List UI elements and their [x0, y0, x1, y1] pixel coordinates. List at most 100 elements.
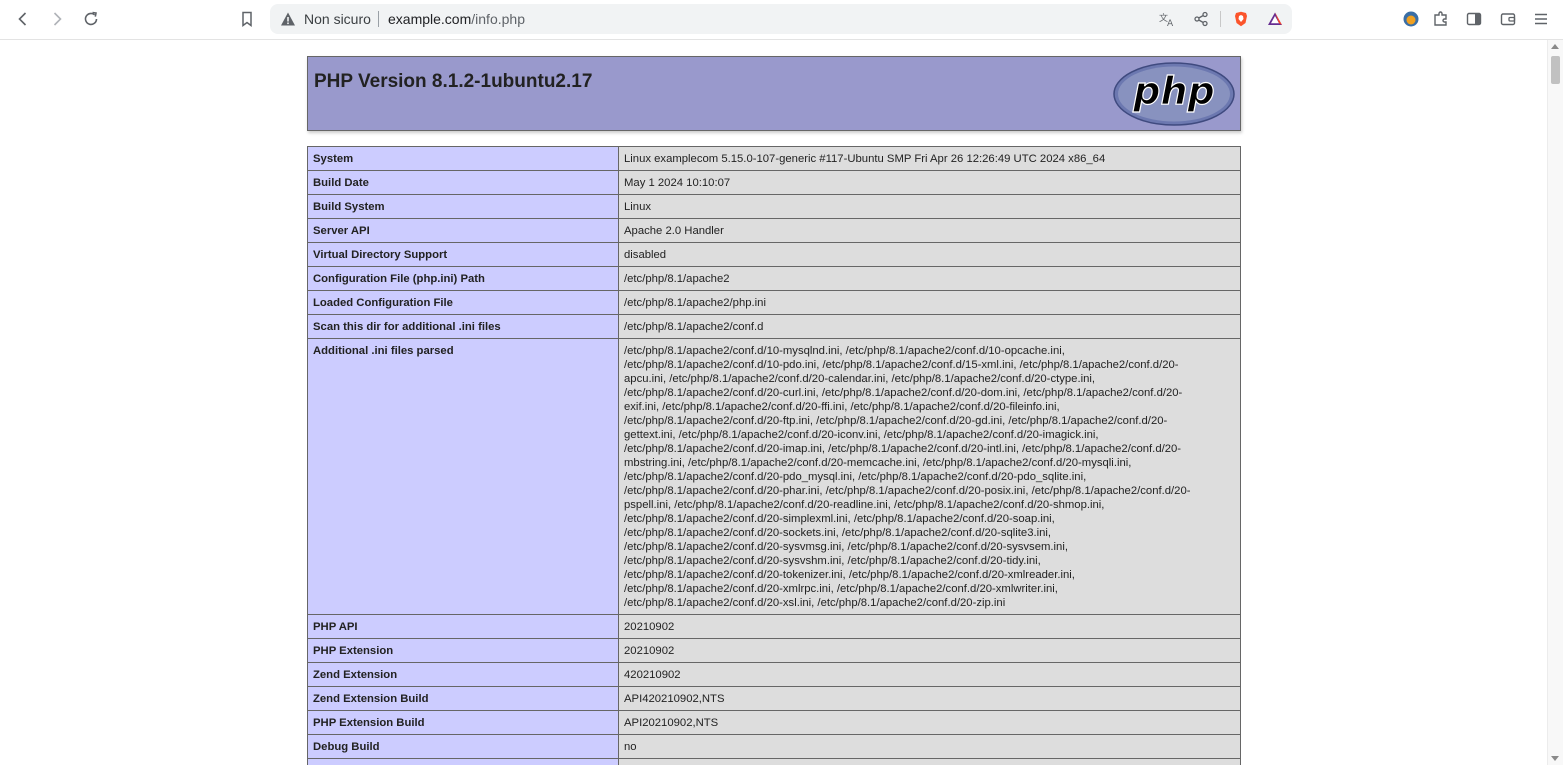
table-row: Virtual Directory Support disabled [307, 242, 1241, 267]
reload-icon[interactable] [78, 6, 104, 32]
ini-file-line: /etc/php/8.1/apache2/conf.d/20-curl.ini,… [624, 387, 1183, 399]
ini-file-line: apcu.ini, /etc/php/8.1/apache2/conf.d/20… [624, 373, 1096, 385]
ini-file-line: exif.ini, /etc/php/8.1/apache2/conf.d/20… [624, 401, 1060, 413]
row-value: Linux examplecom 5.15.0-107-generic #117… [618, 146, 1241, 171]
php-version-header: PHP Version 8.1.2-1ubuntu2.17 php [307, 56, 1241, 131]
menu-icon[interactable] [1528, 6, 1554, 32]
bookmark-icon[interactable] [234, 6, 260, 32]
row-key: Virtual Directory Support [307, 242, 619, 267]
ini-file-line: /etc/php/8.1/apache2/conf.d/10-mysqlnd.i… [624, 345, 1065, 357]
row-value: 420210902 [618, 662, 1241, 687]
table-row: PHP Extension Build API20210902,NTS [307, 710, 1241, 735]
ini-file-line: mbstring.ini, /etc/php/8.1/apache2/conf.… [624, 457, 1132, 469]
insecure-label[interactable]: Non sicuro [304, 11, 371, 27]
row-value: /etc/php/8.1/apache2/conf.d [618, 314, 1241, 339]
ini-file-line: /etc/php/8.1/apache2/conf.d/20-phar.ini,… [624, 485, 1191, 497]
url-text[interactable]: example.com/info.php [388, 11, 525, 27]
url-separator [1220, 11, 1221, 27]
row-value: 20210902 [618, 614, 1241, 639]
back-icon[interactable] [10, 6, 36, 32]
row-value: /etc/php/8.1/apache2/conf.d/10-mysqlnd.i… [618, 338, 1241, 615]
ini-file-line: gettext.ini, /etc/php/8.1/apache2/conf.d… [624, 429, 1099, 441]
ini-file-line: pspell.ini, /etc/php/8.1/apache2/conf.d/… [624, 499, 1105, 511]
table-row: Build Date May 1 2024 10:10:07 [307, 170, 1241, 195]
row-key: Zend Extension [307, 662, 619, 687]
svg-text:A: A [1167, 19, 1174, 27]
page-title: PHP Version 8.1.2-1ubuntu2.17 [314, 71, 593, 92]
forward-icon[interactable] [44, 6, 70, 32]
url-path: /info.php [471, 11, 525, 27]
row-value: API420210902,NTS [618, 686, 1241, 711]
url-host: example.com [388, 11, 472, 27]
row-key: PHP Extension [307, 638, 619, 663]
row-key: Additional .ini files parsed [307, 338, 619, 615]
table-row: Additional .ini files parsed/etc/php/8.1… [307, 338, 1241, 615]
row-key: Configuration File (php.ini) Path [307, 266, 619, 291]
table-row: PHP Extension 20210902 [307, 638, 1241, 663]
row-value: Linux [618, 194, 1241, 219]
table-row: Configuration File (php.ini) Path/etc/ph… [307, 266, 1241, 291]
row-value: 20210902 [618, 638, 1241, 663]
row-key: Debug Build [307, 734, 619, 759]
browser-toolbar: Non sicuro example.com/info.php 文A [0, 0, 1563, 40]
row-key: Build System [307, 194, 619, 219]
ini-file-line: /etc/php/8.1/apache2/conf.d/20-ftp.ini, … [624, 415, 1168, 427]
row-key: Build Date [307, 170, 619, 195]
ini-file-line: /etc/php/8.1/apache2/conf.d/20-simplexml… [624, 513, 1055, 525]
table-row: Zend Extension Build API420210902,NTS [307, 686, 1241, 711]
wallet-icon[interactable] [1495, 6, 1521, 32]
extensions-icon[interactable] [1428, 6, 1454, 32]
table-row: Thread Safetydisabled [307, 758, 1241, 765]
row-key: System [307, 146, 619, 171]
translate-icon[interactable]: 文A [1157, 9, 1177, 29]
row-value: /etc/php/8.1/apache2/php.ini [618, 290, 1241, 315]
row-value: May 1 2024 10:10:07 [618, 170, 1241, 195]
row-key: Thread Safety [307, 758, 619, 765]
brave-rewards-icon[interactable] [1265, 9, 1285, 29]
row-value: API20210902,NTS [618, 710, 1241, 735]
warning-icon[interactable] [280, 11, 296, 27]
ini-file-line: /etc/php/8.1/apache2/conf.d/10-pdo.ini, … [624, 359, 1179, 371]
php-logo[interactable]: php [1113, 62, 1235, 126]
row-value: /etc/php/8.1/apache2 [618, 266, 1241, 291]
scroll-down-arrow-icon[interactable] [1551, 756, 1559, 761]
table-row: PHP API 20210902 [307, 614, 1241, 639]
ini-file-line: /etc/php/8.1/apache2/conf.d/20-xmlrpc.in… [624, 583, 1058, 595]
row-value: disabled [618, 242, 1241, 267]
scrollbar[interactable] [1547, 40, 1563, 765]
row-key: Scan this dir for additional .ini files [307, 314, 619, 339]
info-table: System Linux examplecom 5.15.0-107-generi… [307, 146, 1241, 765]
ini-file-line: /etc/php/8.1/apache2/conf.d/20-sysvmsg.i… [624, 541, 1068, 553]
ini-file-line: /etc/php/8.1/apache2/conf.d/20-tokenizer… [624, 569, 1075, 581]
table-row: Build System Linux [307, 194, 1241, 219]
row-value: disabled [618, 758, 1241, 765]
row-value: no [618, 734, 1241, 759]
row-key: PHP API [307, 614, 619, 639]
table-row: Debug Build no [307, 734, 1241, 759]
ini-file-line: /etc/php/8.1/apache2/conf.d/20-sysvshm.i… [624, 555, 1041, 567]
ini-file-line: /etc/php/8.1/apache2/conf.d/20-pdo_mysql… [624, 471, 1087, 483]
ini-file-line: /etc/php/8.1/apache2/conf.d/20-imap.ini,… [624, 443, 1182, 455]
scroll-up-arrow-icon[interactable] [1551, 44, 1559, 49]
row-key: Zend Extension Build [307, 686, 619, 711]
table-row: Server API Apache 2.0 Handler [307, 218, 1241, 243]
php-logo-text: php [1132, 69, 1214, 113]
page-content: PHP Version 8.1.2-1ubuntu2.17 php System… [0, 40, 1548, 765]
table-row: Loaded Configuration File/etc/php/8.1/ap… [307, 290, 1241, 315]
url-divider [378, 11, 379, 27]
share-icon[interactable] [1191, 9, 1211, 29]
row-key: Server API [307, 218, 619, 243]
profile-icon[interactable] [1398, 6, 1424, 32]
scroll-thumb[interactable] [1551, 56, 1560, 84]
brave-shields-icon[interactable] [1231, 9, 1251, 29]
ini-file-line: /etc/php/8.1/apache2/conf.d/20-xsl.ini, … [624, 597, 1006, 609]
sidebar-icon[interactable] [1461, 6, 1487, 32]
table-row: System Linux examplecom 5.15.0-107-generi… [307, 146, 1241, 171]
row-key: PHP Extension Build [307, 710, 619, 735]
address-bar[interactable]: Non sicuro example.com/info.php 文A [270, 4, 1292, 34]
ini-file-line: /etc/php/8.1/apache2/conf.d/20-sockets.i… [624, 527, 1052, 539]
table-row: Scan this dir for additional .ini files /… [307, 314, 1241, 339]
table-row: Zend Extension 420210902 [307, 662, 1241, 687]
row-key: Loaded Configuration File [307, 290, 619, 315]
row-value: Apache 2.0 Handler [618, 218, 1241, 243]
